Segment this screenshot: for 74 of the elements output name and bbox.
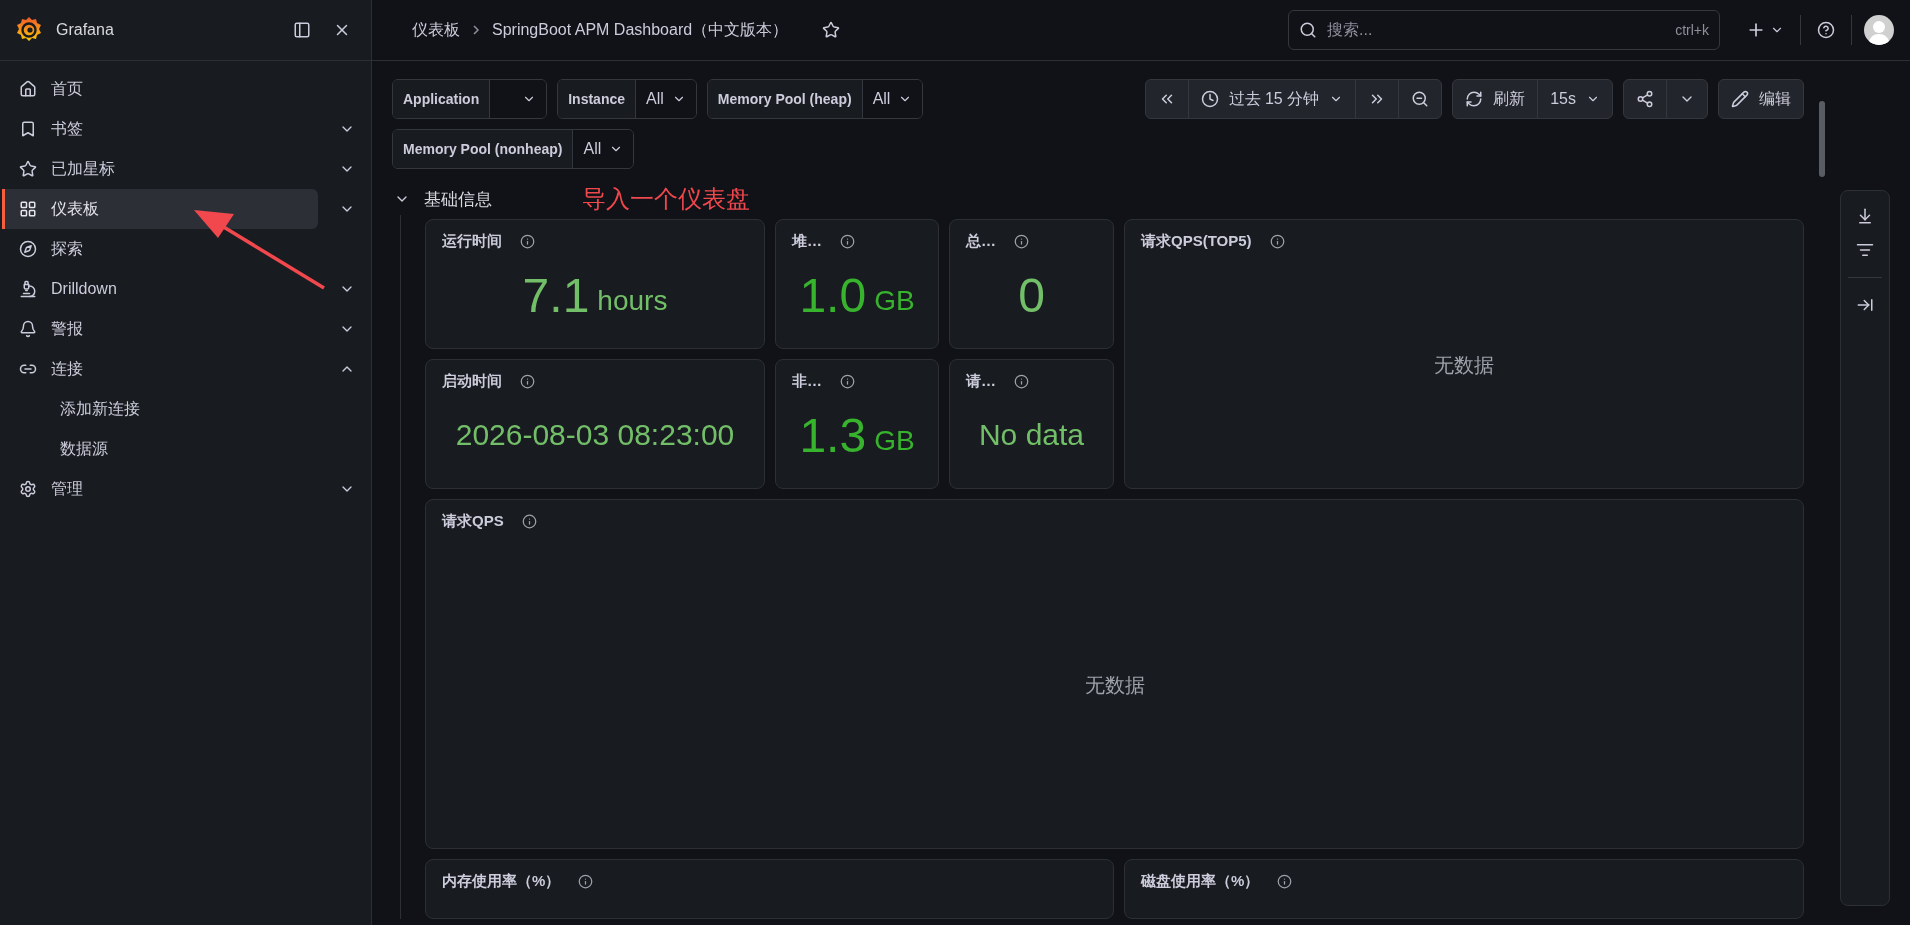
stat-value: 1.3 <box>799 407 867 463</box>
search-icon <box>1299 21 1317 39</box>
info-icon <box>840 373 855 389</box>
scrollbar[interactable] <box>1819 101 1825 177</box>
help-icon <box>1817 21 1835 39</box>
star-icon <box>822 21 841 39</box>
annotation-text: 导入一个仪表盘 <box>582 184 750 214</box>
no-data-message: 无数据 <box>1434 352 1494 378</box>
microscope-icon <box>19 280 37 298</box>
sidebar-item[interactable]: 管理 <box>2 469 318 509</box>
stat-unit: GB <box>874 285 915 317</box>
breadcrumb-link[interactable]: SpringBoot APM Dashboard（中文版本） <box>492 19 789 41</box>
sidebar-item[interactable]: 仪表板 <box>2 189 318 229</box>
shortcut-hint: ctrl+k <box>1675 22 1709 38</box>
chevron-icon <box>472 24 480 36</box>
zoom-out-icon <box>1411 90 1430 108</box>
sidebar-item[interactable]: 探索 <box>2 229 318 269</box>
avatar[interactable] <box>1864 15 1894 45</box>
sidebar-subitem[interactable]: 添加新连接 <box>0 389 371 429</box>
panel-title: 请求QPS(TOP5) <box>1141 231 1252 251</box>
sidebar-item[interactable]: 首页 <box>2 69 318 109</box>
info-icon <box>1269 233 1285 249</box>
info-icon <box>1277 873 1293 889</box>
sidebar-item[interactable]: 已加星标 <box>2 149 318 189</box>
panel-title: 总… <box>966 231 996 251</box>
grid-icon <box>19 200 37 218</box>
search-field[interactable]: 搜索... <box>1325 20 1668 40</box>
compass-icon <box>19 240 37 258</box>
panel-title: 请… <box>966 371 996 391</box>
settings-icon <box>19 480 37 498</box>
stat-unit: hours <box>597 285 668 317</box>
refresh-button[interactable]: 刷新 <box>1453 80 1538 118</box>
info-icon <box>578 873 594 889</box>
stat-value: 7.1 <box>522 267 590 323</box>
panel-title: 非… <box>792 371 822 391</box>
panel-title: 启动时间 <box>442 371 502 391</box>
bookmark-icon <box>19 120 37 138</box>
sidebar-item[interactable]: 书签 <box>2 109 318 149</box>
star-icon <box>19 160 37 178</box>
stat-value: 0 <box>1018 267 1045 323</box>
info-icon <box>520 233 535 249</box>
edit-button[interactable]: 编辑 <box>1719 80 1803 118</box>
sidebar-item[interactable]: 警报 <box>2 309 318 349</box>
panel-icon <box>293 21 311 39</box>
pencil-icon <box>1731 90 1749 108</box>
panel-title: 内存使用率（%） <box>442 871 561 891</box>
interval-select[interactable]: 15s <box>1537 80 1612 118</box>
sidebar-subitem[interactable]: 数据源 <box>0 429 371 469</box>
info-icon <box>1014 233 1029 249</box>
refresh-icon <box>1465 90 1484 108</box>
brand-name: Grafana <box>56 21 115 39</box>
breadcrumb-link[interactable]: 仪表板 <box>412 19 460 41</box>
search-bar[interactable]: 搜索... ctrl+k <box>1288 10 1720 50</box>
stat-value: 2026-08-03 08:23:00 <box>455 418 735 452</box>
share-icon <box>1636 90 1654 108</box>
info-icon <box>521 513 537 529</box>
sidebar-item[interactable]: 连接 <box>2 349 318 389</box>
info-icon <box>840 233 855 249</box>
bell-icon <box>19 320 37 338</box>
no-data-message: 无数据 <box>1084 672 1145 698</box>
clock-icon <box>1200 90 1219 108</box>
panel-title: 请求QPS <box>442 511 504 531</box>
panel-title: 堆… <box>792 231 822 251</box>
stat-value: No data <box>978 418 1085 452</box>
info-icon <box>1014 373 1029 389</box>
stat-value: 1.0 <box>799 267 867 323</box>
panel-title: 磁盘使用率（%） <box>1141 871 1260 891</box>
home-icon <box>19 80 37 98</box>
logo-icon <box>16 16 42 44</box>
sidebar-item[interactable]: Drilldown <box>2 269 318 309</box>
stat-unit: GB <box>874 425 915 457</box>
row-title: 基础信息 <box>424 188 492 211</box>
info-icon <box>520 373 535 389</box>
panel-title: 运行时间 <box>442 231 502 251</box>
